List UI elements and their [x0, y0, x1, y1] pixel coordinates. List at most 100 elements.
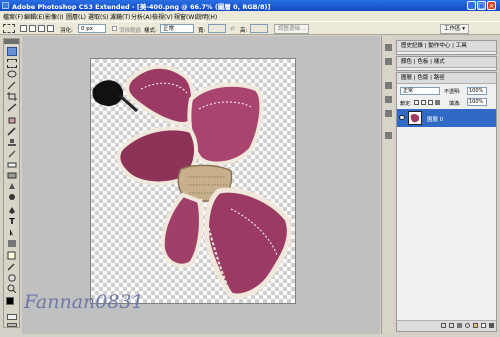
add-selection-icon[interactable] [29, 25, 36, 32]
photoshop-app-icon [2, 2, 9, 9]
layer-thumbnail [408, 111, 422, 125]
clone-stamp-tool-icon[interactable] [7, 138, 17, 147]
menu-edit[interactable]: 編輯(E) [24, 12, 44, 21]
character-icon[interactable] [385, 132, 392, 139]
menu-filter[interactable]: 濾鏡(T) [110, 12, 130, 21]
height-input[interactable] [250, 24, 268, 33]
fill-input[interactable]: 100% [467, 98, 487, 106]
info-icon[interactable] [385, 58, 392, 65]
style-label: 樣式: [144, 28, 157, 34]
panel-icon-dock [381, 36, 394, 334]
move-tool-icon[interactable] [7, 47, 17, 56]
menu-analysis[interactable]: 分析(A) [131, 12, 152, 21]
menu-window[interactable]: 視窗(W) [174, 12, 197, 21]
height-label: 高: [240, 28, 248, 34]
adjustment-layer-icon[interactable] [465, 323, 470, 328]
lock-label: 鎖定: [400, 101, 412, 107]
close-button[interactable]: × [487, 1, 496, 10]
shape-tool-icon[interactable] [7, 239, 17, 248]
toolbox: T [3, 38, 20, 328]
eraser-tool-icon[interactable] [7, 160, 17, 169]
subtract-selection-icon[interactable] [38, 25, 45, 32]
crop-tool-icon[interactable] [7, 92, 17, 101]
lock-transparency-icon[interactable] [414, 100, 419, 105]
lock-position-icon[interactable] [428, 100, 433, 105]
history-brush-tool-icon[interactable] [7, 149, 17, 158]
opacity-input[interactable]: 100% [467, 87, 487, 95]
type-tool-icon[interactable]: T [7, 217, 17, 226]
menu-help[interactable]: 說明(H) [196, 12, 217, 21]
menu-view[interactable]: 檢視(V) [152, 12, 173, 21]
color-panel-tabs[interactable]: 顏色 | 色板 | 樣式 [397, 57, 496, 68]
blur-tool-icon[interactable] [7, 182, 17, 191]
maximize-button[interactable]: □ [477, 1, 486, 10]
swap-icon[interactable]: ⇄ [230, 26, 235, 32]
workspace-button[interactable]: 工作區 ▾ [440, 24, 470, 34]
foreground-color-swatch[interactable] [6, 297, 14, 305]
antialias-checkbox[interactable] [112, 26, 117, 31]
zoom-tool-icon[interactable] [7, 284, 17, 293]
pen-tool-icon[interactable] [7, 206, 17, 215]
navigator-icon[interactable] [385, 44, 392, 51]
slice-tool-icon[interactable] [7, 103, 17, 112]
layers-panel: 圖層 | 色版 | 路徑 正常 不透明: 100% 鎖定: 填滿: 100% 圖… [396, 72, 497, 332]
opacity-label: 不透明: [444, 89, 461, 95]
hand-tool-icon[interactable] [7, 273, 17, 282]
screen-mode-icon[interactable] [7, 323, 17, 327]
blend-mode-select[interactable]: 正常 [400, 87, 440, 95]
menu-layer[interactable]: 圖層(L) [66, 12, 86, 21]
quick-mask-icon[interactable] [7, 314, 17, 320]
workspace-label: 工作區 [444, 26, 461, 32]
menu-select[interactable]: 選取(S) [88, 12, 109, 21]
new-layer-icon[interactable] [481, 323, 486, 328]
tool-presets-icon[interactable] [385, 96, 392, 103]
width-input[interactable] [208, 24, 226, 33]
color-panel: 顏色 | 色板 | 樣式 [396, 56, 497, 71]
lock-all-icon[interactable] [435, 100, 440, 105]
feather-label: 羽化: [60, 28, 73, 34]
menu-file[interactable]: 檔案(F) [3, 12, 23, 21]
clone-source-icon[interactable] [385, 110, 392, 117]
brush-tool-icon[interactable] [7, 127, 17, 136]
link-layers-icon[interactable] [441, 323, 446, 328]
layers-footer [397, 320, 496, 331]
brushes-icon[interactable] [385, 82, 392, 89]
width-label: 寬: [198, 28, 206, 34]
toolbox-grip[interactable] [4, 39, 19, 44]
marquee-tool-icon[interactable] [3, 24, 15, 33]
window-title: Adobe Photoshop CS3 Extended - [美-400.pn… [12, 3, 271, 11]
ribbon-bow-image [92, 64, 292, 299]
refine-edge-button[interactable]: 調整邊緣... [274, 24, 310, 34]
antialias-label: 消除鋸齒 [119, 28, 142, 34]
watermark-text: Fannan0831 [24, 291, 144, 313]
minimize-button[interactable]: _ [467, 1, 476, 10]
history-panel: 歷史記錄 | 動作中心 | 工具 [396, 40, 497, 55]
dodge-tool-icon[interactable] [7, 193, 17, 202]
document-canvas[interactable] [90, 58, 296, 304]
magic-wand-tool-icon[interactable] [7, 81, 17, 90]
healing-brush-tool-icon[interactable] [7, 116, 17, 125]
intersect-selection-icon[interactable] [47, 25, 54, 32]
layer-style-icon[interactable] [449, 323, 454, 328]
visibility-eye-icon[interactable] [399, 115, 405, 120]
rect-marquee-tool-icon[interactable] [7, 59, 17, 68]
new-group-icon[interactable] [473, 323, 478, 328]
layer-row[interactable]: 圖層 0 [397, 109, 496, 127]
menu-image[interactable]: 影像(I) [45, 12, 63, 21]
layer-mask-icon[interactable] [457, 323, 462, 328]
fill-label: 填滿: [449, 101, 461, 107]
gradient-tool-icon[interactable] [7, 171, 17, 180]
style-select[interactable]: 正常 [160, 24, 194, 33]
trash-icon[interactable] [489, 323, 494, 328]
new-selection-icon[interactable] [20, 25, 27, 32]
options-bar: 羽化: 0 px 消除鋸齒 樣式: 正常 寬: ⇄ 高: 調整邊緣... 工作區… [0, 21, 500, 35]
eyedropper-tool-icon[interactable] [7, 262, 17, 271]
notes-tool-icon[interactable] [7, 251, 17, 260]
history-panel-tabs[interactable]: 歷史記錄 | 動作中心 | 工具 [397, 41, 496, 52]
feather-input[interactable]: 0 px [78, 24, 106, 33]
title-bar: Adobe Photoshop CS3 Extended - [美-400.pn… [0, 0, 500, 11]
lock-pixels-icon[interactable] [421, 100, 426, 105]
lasso-tool-icon[interactable] [7, 70, 17, 79]
path-selection-tool-icon[interactable] [7, 228, 17, 237]
layers-panel-tabs[interactable]: 圖層 | 色版 | 路徑 [397, 73, 496, 84]
